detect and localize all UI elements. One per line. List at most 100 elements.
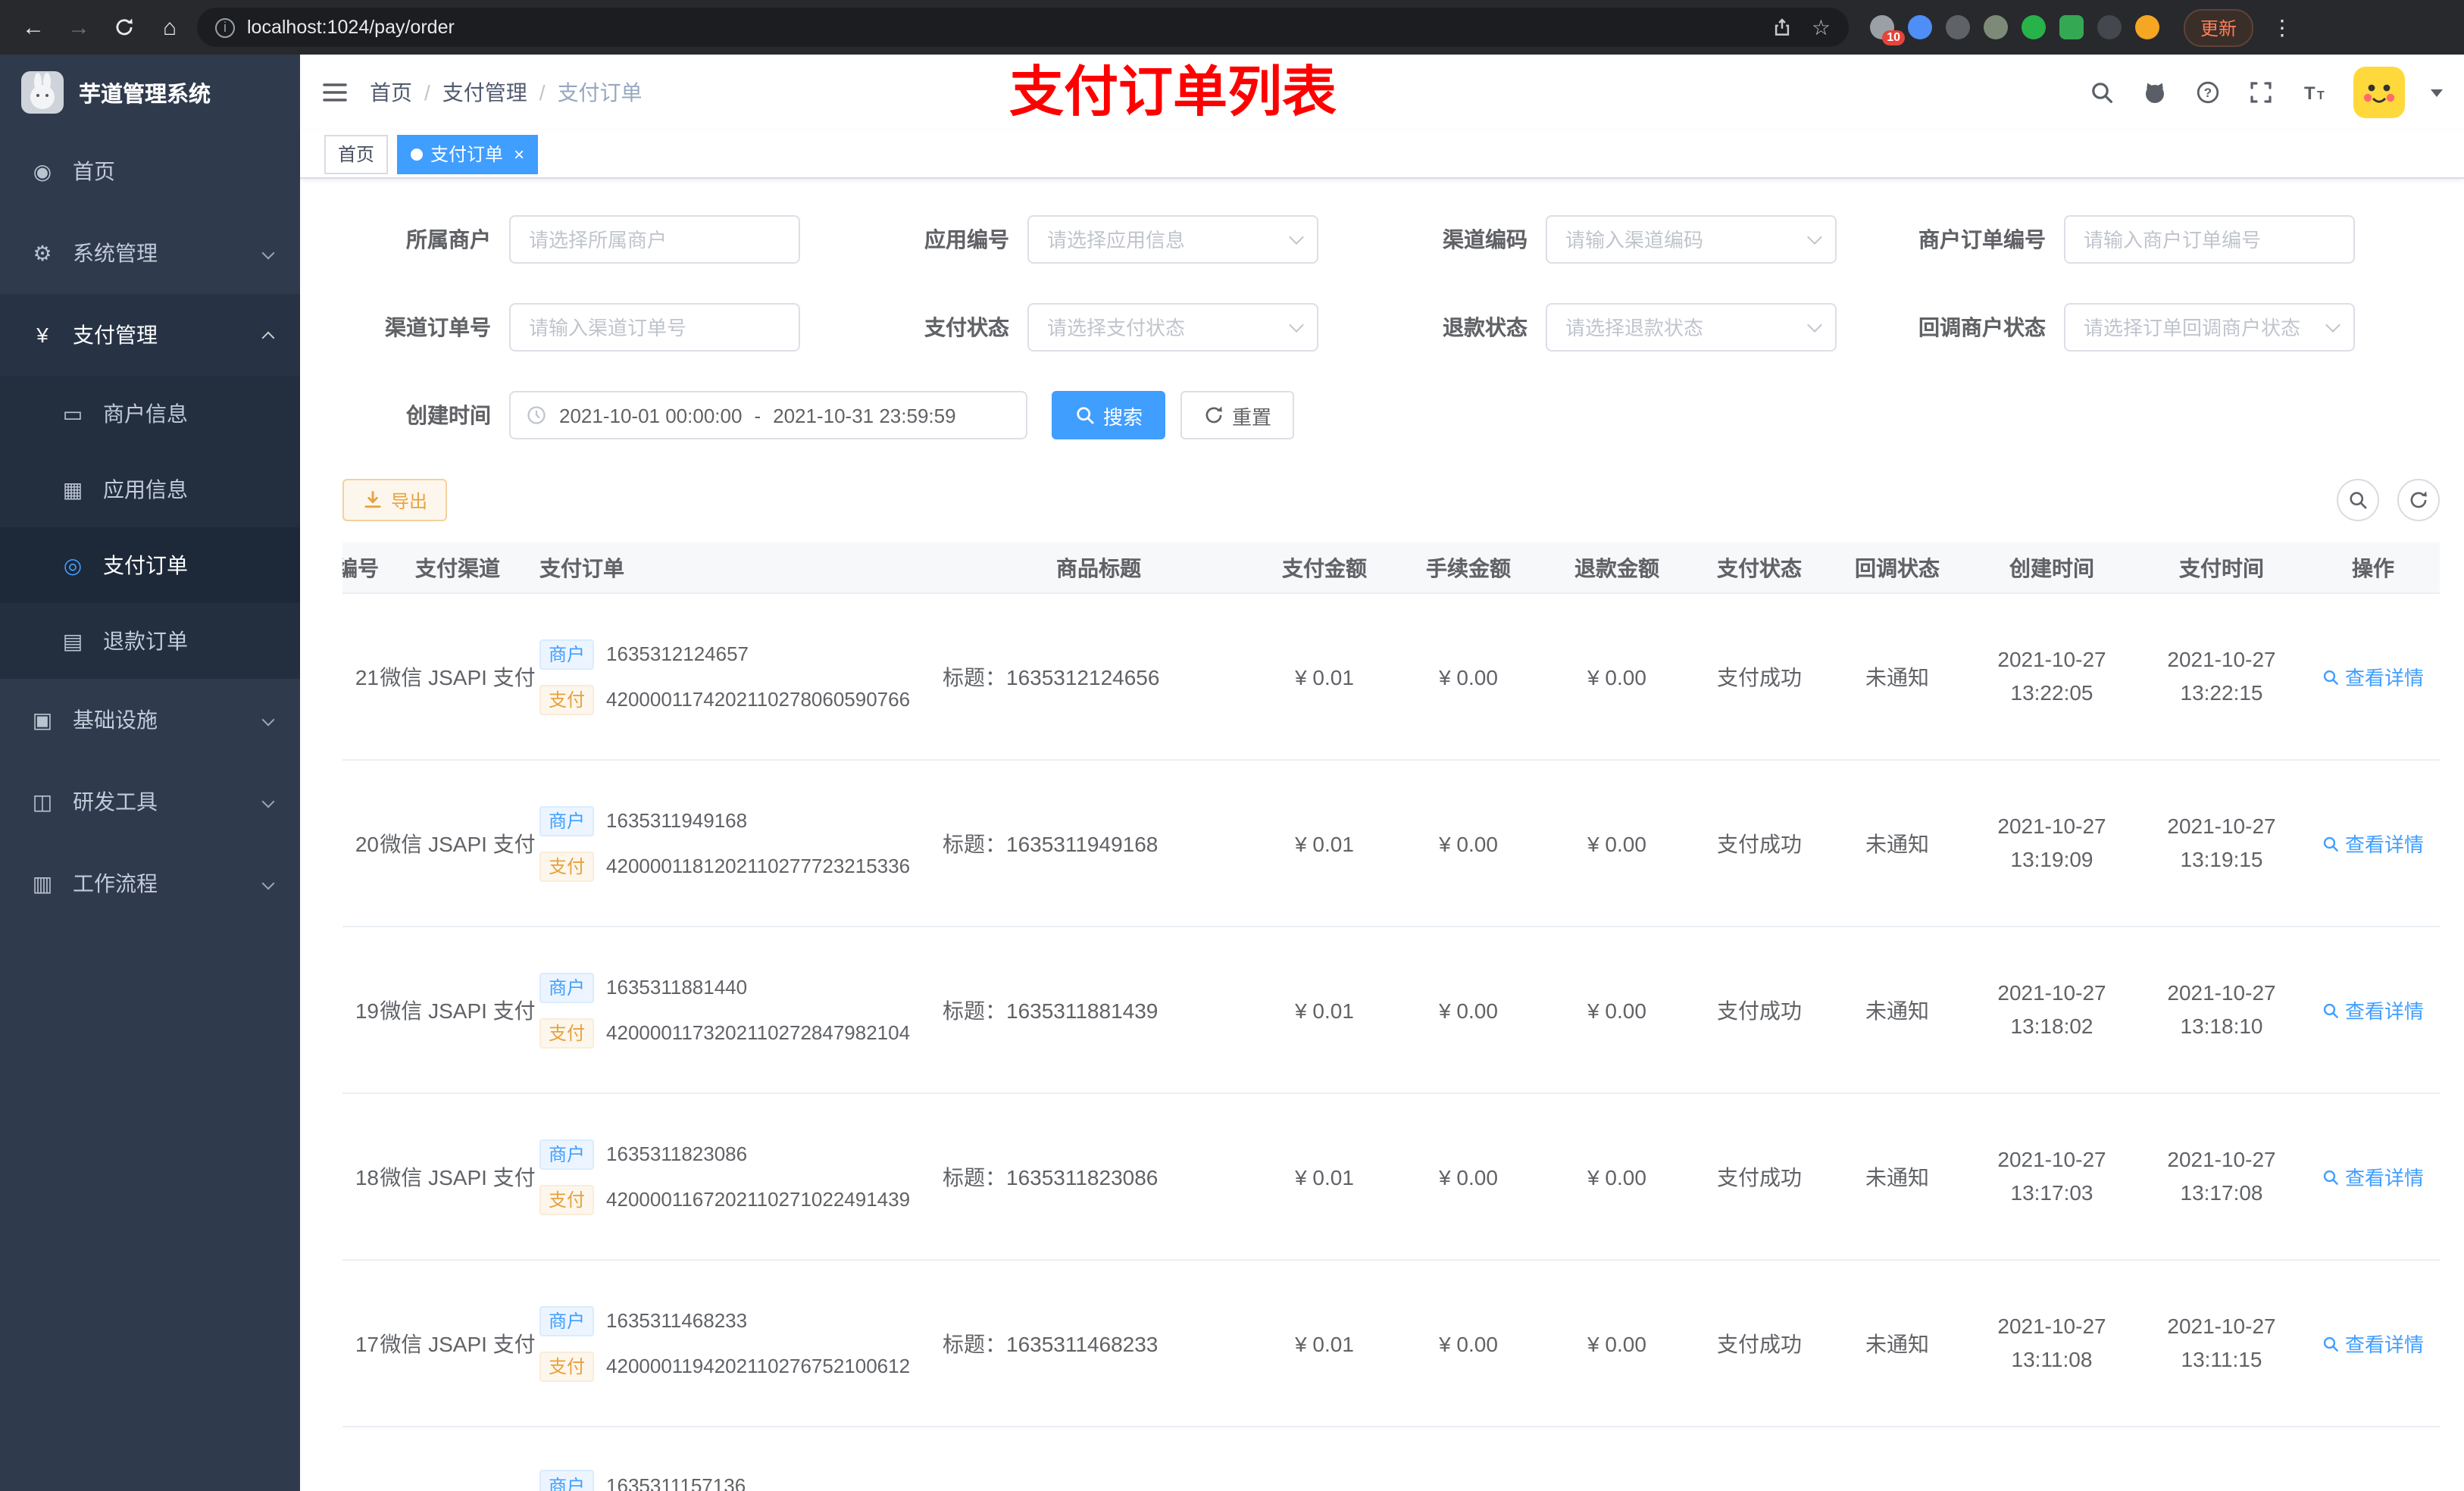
pay-order-no: 4200001181202110277723215336: [606, 855, 911, 877]
merchant-order-no: 1635311823086: [606, 1142, 748, 1165]
merchant-tag: 商户: [539, 972, 595, 1002]
avatar[interactable]: [2353, 67, 2405, 118]
sidebar-item-refund-order[interactable]: ▤ 退款订单: [0, 603, 300, 679]
help-icon[interactable]: ?: [2194, 79, 2222, 106]
filter-label: 支付状态: [924, 315, 1009, 339]
extension-icon[interactable]: [1984, 15, 2008, 39]
extension-icon[interactable]: [2022, 15, 2046, 39]
sidebar-item-home[interactable]: ◉ 首页: [0, 130, 300, 212]
bookmark-star-icon[interactable]: ☆: [1812, 14, 1831, 40]
filter-input-field[interactable]: [1546, 215, 1837, 264]
merchant-tag: 商户: [539, 639, 595, 669]
browser-reload-button[interactable]: [106, 9, 142, 45]
search-button[interactable]: 搜索: [1052, 391, 1166, 439]
share-icon[interactable]: [1769, 14, 1796, 41]
chevron-down-icon[interactable]: [2431, 89, 2443, 103]
pay-status: 支付成功: [1717, 998, 1802, 1022]
filter-label: 渠道编码: [1443, 227, 1527, 252]
reset-button[interactable]: 重置: [1180, 391, 1295, 439]
sidebar-item-merchant-info[interactable]: ▭ 商户信息: [0, 376, 300, 452]
address-bar[interactable]: i localhost:1024/pay/order ☆: [197, 8, 1849, 47]
view-detail-link[interactable]: 查看详情: [2322, 829, 2424, 858]
create-time: 2021-10-27 13:19:09: [1997, 813, 2106, 871]
column-header: 编号: [342, 555, 379, 580]
browser-home-button[interactable]: ⌂: [152, 9, 188, 45]
sidebar-item-devtools[interactable]: ◫ 研发工具: [0, 761, 300, 842]
site-info-icon[interactable]: i: [215, 17, 235, 37]
extension-icon[interactable]: [1908, 15, 1932, 39]
filter-select[interactable]: [1546, 215, 1837, 264]
browser-update-button[interactable]: 更新: [2184, 8, 2254, 46]
filter-input-field[interactable]: [1546, 303, 1837, 352]
sidebar-menu: ◉ 首页 ⚙ 系统管理 ¥ 支付管理 ▭ 商户信息 ▦ 应用信息 ◎ 支付订单 ▤ 退款订单 ▣ 基础设施 ◫ 研…: [0, 130, 300, 1491]
svg-text:T: T: [2304, 83, 2315, 104]
browser-menu-icon[interactable]: ⋮: [2272, 14, 2293, 40]
filter-input-field[interactable]: [1027, 215, 1318, 264]
action-cell: 查看详情: [2306, 662, 2440, 691]
filter-label: 退款状态: [1443, 315, 1527, 339]
tab-item[interactable]: 支付订单 ×: [397, 134, 539, 173]
extension-icon[interactable]: [1946, 15, 1970, 39]
filter-input-field[interactable]: [1027, 303, 1318, 352]
filter-field: 回调商户状态: [1897, 303, 2416, 352]
hamburger-icon[interactable]: [321, 79, 349, 106]
create-time: 2021-10-27 13:22:05: [1997, 646, 2106, 704]
view-detail-link[interactable]: 查看详情: [2322, 1329, 2424, 1358]
sidebar-item-pay-order[interactable]: ◎ 支付订单: [0, 527, 300, 603]
browser-forward-button[interactable]: →: [61, 9, 97, 45]
filter-input-field[interactable]: [2064, 303, 2355, 352]
filter-select[interactable]: [1546, 303, 1837, 352]
filter-input-field[interactable]: [509, 303, 800, 352]
export-button[interactable]: 导出: [342, 479, 448, 521]
filter-select[interactable]: [1027, 215, 1318, 264]
sidebar-item-payment[interactable]: ¥ 支付管理: [0, 294, 300, 376]
breadcrumb-item[interactable]: 支付管理: [442, 77, 527, 108]
extension-icon[interactable]: [2135, 15, 2159, 39]
close-icon[interactable]: ×: [514, 145, 524, 163]
pay-time: 2021-10-27 13:11:15: [2167, 1313, 2276, 1371]
fullscreen-icon[interactable]: [2247, 79, 2275, 106]
filter-label: 创建时间: [406, 403, 491, 427]
sidebar-item-infrastructure[interactable]: ▣ 基础设施: [0, 679, 300, 761]
filter-input-field[interactable]: [2064, 215, 2355, 264]
create-time-range-picker[interactable]: 2021-10-01 00:00:00 - 2021-10-31 23:59:5…: [509, 391, 1027, 439]
column-header: 退款金额: [1574, 555, 1659, 580]
merchant-order-no: 1635311949168: [606, 809, 748, 832]
sidebar-item-workflow[interactable]: ▥ 工作流程: [0, 842, 300, 924]
sidebar-item-app-info[interactable]: ▦ 应用信息: [0, 452, 300, 527]
breadcrumb-item[interactable]: 首页: [370, 77, 412, 108]
sidebar-item-label: 基础设施: [73, 708, 158, 732]
font-size-icon[interactable]: TT: [2300, 79, 2328, 106]
notify-status: 未通知: [1865, 831, 1929, 855]
filter-input[interactable]: [509, 215, 800, 264]
column-header: 支付渠道: [415, 555, 500, 580]
extension-badge: 10: [1882, 30, 1905, 45]
extension-icon[interactable]: 10: [1870, 15, 1905, 45]
view-detail-link[interactable]: 查看详情: [2322, 1162, 2424, 1191]
merchant-order-no: 1635312124657: [606, 642, 749, 665]
extensions-row: 10: [1870, 15, 2159, 45]
toggle-search-icon[interactable]: [2337, 479, 2379, 521]
chevron-down-icon: [261, 713, 275, 727]
filter-input[interactable]: [2064, 215, 2355, 264]
chevron-up-icon: [261, 331, 275, 345]
github-icon[interactable]: [2141, 79, 2169, 106]
filter-select[interactable]: [1027, 303, 1318, 352]
filter-input[interactable]: [509, 303, 800, 352]
browser-back-button[interactable]: ←: [15, 9, 52, 45]
page-annotation: 支付订单列表: [1009, 61, 1337, 123]
view-detail-link[interactable]: 查看详情: [2322, 996, 2424, 1024]
sidebar-item-label: 首页: [73, 159, 115, 183]
pay-channel: 微信 JSAPI 支付: [380, 664, 536, 689]
filter-select[interactable]: [2064, 303, 2355, 352]
sidebar-item-system[interactable]: ⚙ 系统管理: [0, 212, 300, 294]
extension-icon[interactable]: [2059, 15, 2084, 39]
filter-input-field[interactable]: [509, 215, 800, 264]
extension-icon[interactable]: [2097, 15, 2122, 39]
tab-item[interactable]: 首页: [324, 134, 389, 173]
view-detail-link[interactable]: 查看详情: [2322, 662, 2424, 691]
workflow-icon: ▥: [32, 871, 53, 895]
refresh-icon[interactable]: [2397, 479, 2440, 521]
gear-icon: ⚙: [33, 240, 52, 264]
search-icon[interactable]: [2088, 79, 2115, 106]
